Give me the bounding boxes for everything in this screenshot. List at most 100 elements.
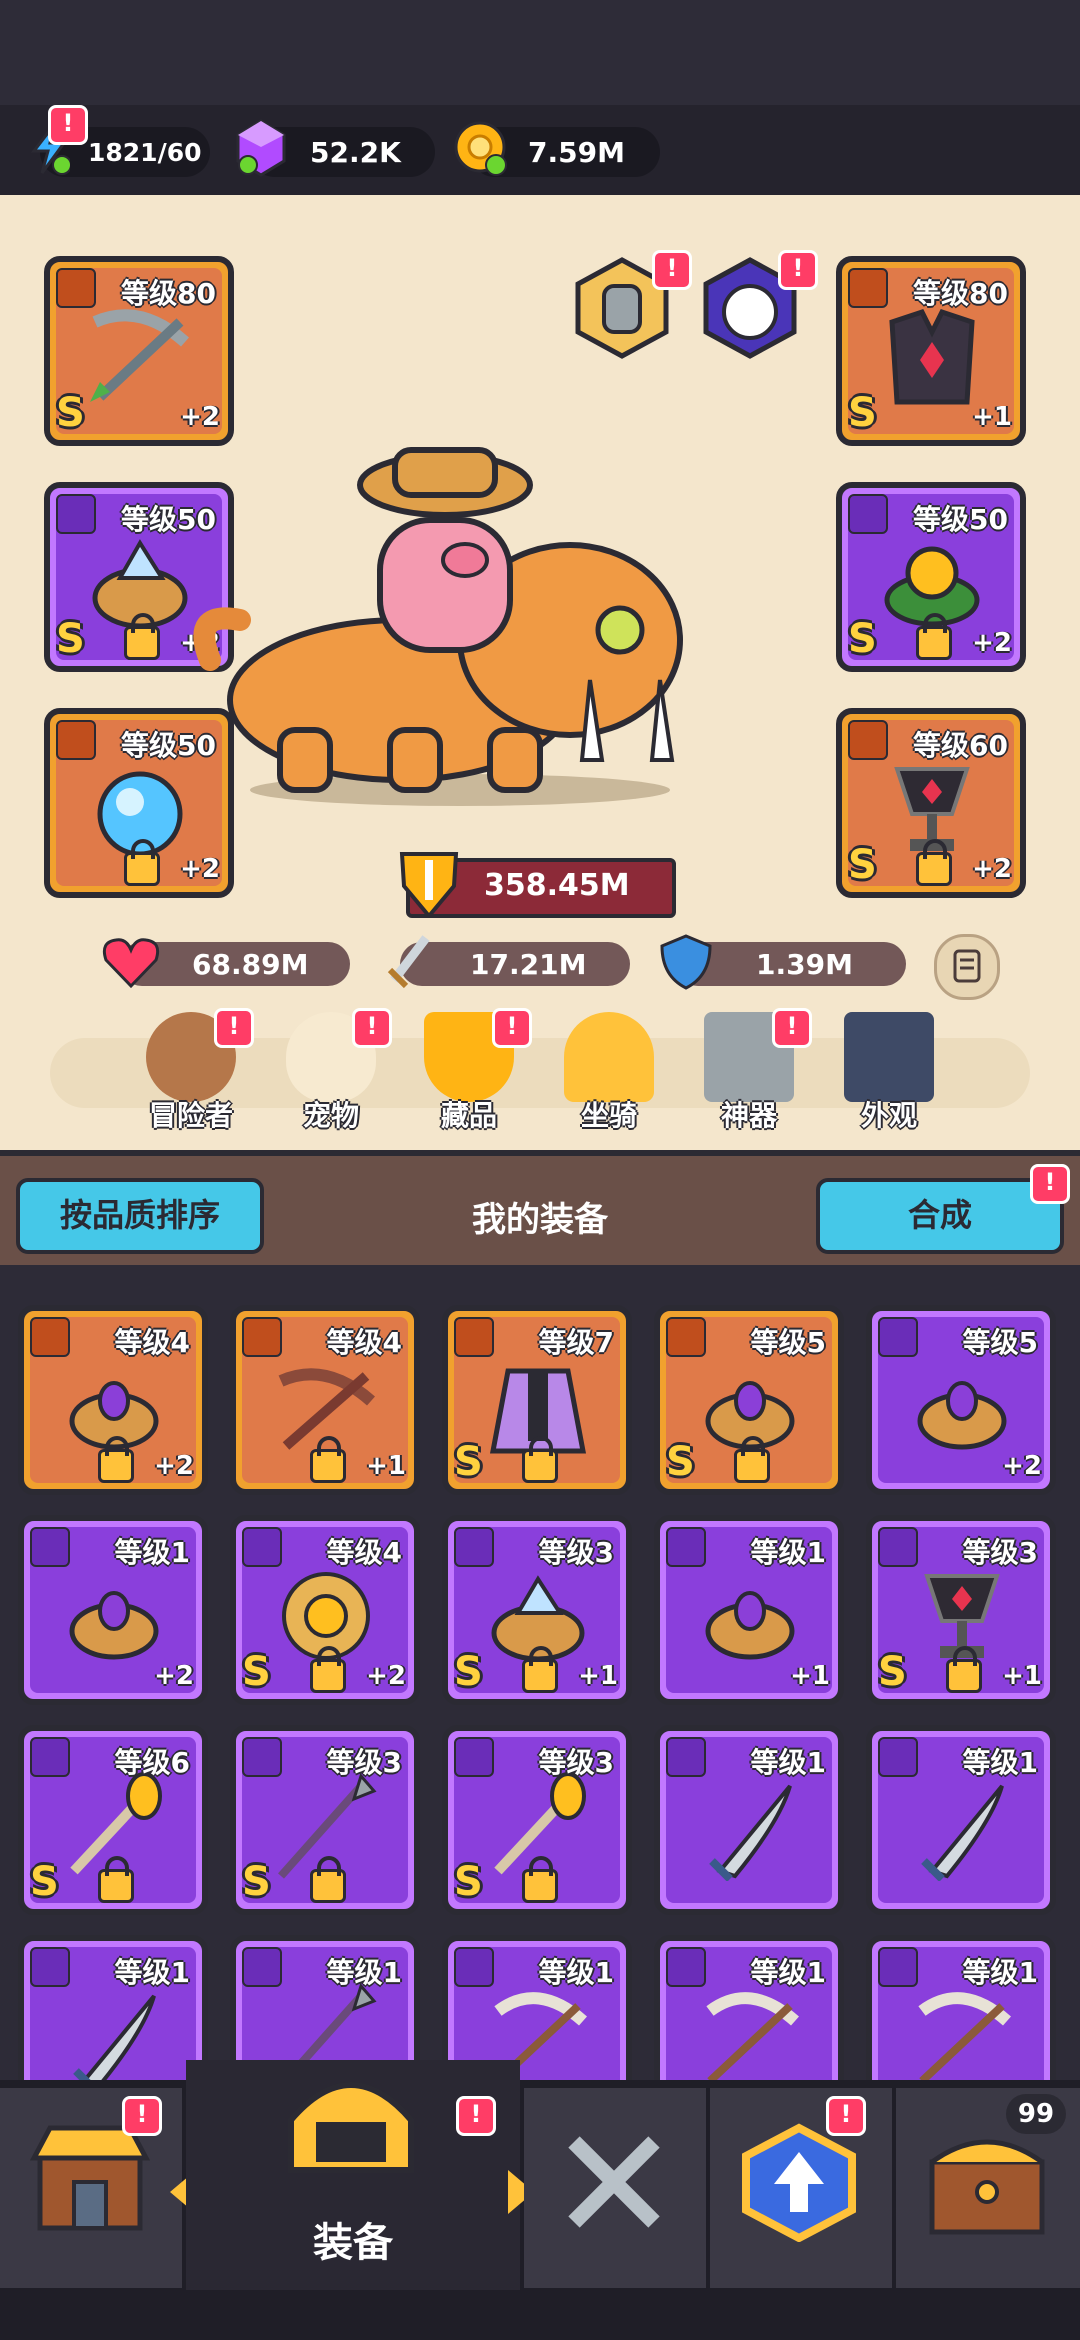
nav-equipment-label: 装备	[313, 2220, 393, 2266]
lock-icon	[734, 1436, 770, 1483]
lock-icon	[98, 1856, 134, 1903]
item-grade: S	[454, 1859, 483, 1905]
chest-count-badge: 99	[1006, 2094, 1066, 2134]
ring-icon	[69, 1591, 159, 1660]
inventory-item[interactable]: 等级7 S	[442, 1305, 632, 1495]
item-plus: +2	[180, 402, 220, 432]
inventory-item[interactable]: 等级1 +2	[18, 1515, 208, 1705]
defense-value: 1.39M	[756, 948, 853, 981]
inventory-item[interactable]: 等级3 +1 S	[442, 1515, 632, 1705]
item-grade: S	[454, 1649, 483, 1695]
item-level: 等级1	[538, 1956, 614, 1989]
inventory-item[interactable]: 等级3 S	[230, 1725, 420, 1915]
item-plus: +2	[180, 854, 220, 884]
inventory-item[interactable]: 等级5 S	[654, 1305, 844, 1495]
inventory-item[interactable]: 等级4 +2	[18, 1305, 208, 1495]
item-plus: +1	[972, 402, 1012, 432]
lock-icon	[310, 1646, 346, 1693]
inventory-item[interactable]: 等级1	[866, 1935, 1056, 2083]
menu-appearance[interactable]: 外观	[834, 1012, 944, 1138]
artifact-badge: !	[772, 1008, 812, 1048]
item-level: 等级80	[913, 277, 1008, 310]
status-bar	[0, 0, 1080, 105]
treasure-chest-icon	[929, 2139, 1045, 2235]
inventory-item[interactable]: 等级1	[18, 1935, 208, 2083]
item-grade: S	[56, 390, 85, 436]
crossed-swords-icon	[568, 2136, 660, 2228]
lock-icon	[124, 613, 160, 660]
energy-value: 1821/60	[88, 137, 202, 167]
item-grade: S	[848, 616, 877, 662]
nav-treasure[interactable]: 99	[896, 2088, 1080, 2288]
item-level: 等级7	[538, 1326, 614, 1359]
sword-icon	[921, 1784, 1004, 1881]
lock-icon	[310, 1436, 346, 1483]
item-grade: S	[666, 1439, 695, 1485]
lock-icon	[522, 1436, 558, 1483]
equip-slot-ring2[interactable]: 等级50 +2 S	[836, 482, 1026, 672]
inventory-item[interactable]: 等级3 S	[442, 1725, 632, 1915]
item-level: 等级3	[962, 1536, 1038, 1569]
lock-icon	[98, 1436, 134, 1483]
item-level: 等级6	[114, 1746, 190, 1779]
knight-alert-badge: !	[652, 250, 692, 290]
helmet-icon	[288, 2082, 414, 2173]
inventory-item[interactable]: 等级4 +1	[230, 1305, 420, 1495]
pet-alert-badge: !	[778, 250, 818, 290]
item-grade: S	[56, 616, 85, 662]
inventory-item[interactable]: 等级6 S	[18, 1725, 208, 1915]
inventory-item[interactable]: 等级4 +2 S	[230, 1515, 420, 1705]
bow-icon	[918, 1992, 1011, 2083]
sword-icon	[709, 1784, 792, 1881]
shop-icon	[30, 2125, 150, 2231]
item-plus: +1	[366, 1451, 406, 1481]
upgrade-icon	[742, 2123, 856, 2242]
sword-shield-icon	[396, 846, 462, 920]
section-title: 我的装备	[472, 1200, 608, 1240]
merge-button[interactable]: 合成	[816, 1178, 1064, 1254]
menu-mount[interactable]: 坐骑	[554, 1012, 664, 1138]
inventory-item[interactable]: 等级1 +1	[654, 1515, 844, 1705]
inventory-item[interactable]: 等级1	[654, 1725, 844, 1915]
inventory-item[interactable]: 等级5 +2	[866, 1305, 1056, 1495]
bow-icon	[706, 1992, 799, 2083]
shield-icon	[658, 932, 714, 992]
item-grade: S	[848, 390, 877, 436]
adventurer-badge: !	[214, 1008, 254, 1048]
heart-icon	[100, 934, 162, 990]
equip-slot-armor[interactable]: 等级80 +1 S	[836, 256, 1026, 446]
item-grade: S	[454, 1439, 483, 1485]
item-level: 等级1	[750, 1956, 826, 1989]
item-grade: S	[242, 1649, 271, 1695]
nav-equipment[interactable]: 装备	[186, 2060, 520, 2290]
equip-slot-relic[interactable]: 等级60 +2 S	[836, 708, 1026, 898]
item-grade: S	[848, 842, 877, 888]
item-level: 等级50	[913, 503, 1008, 536]
ring-icon	[705, 1591, 795, 1660]
inventory-item[interactable]: 等级1	[654, 1935, 844, 2083]
collection-badge: !	[492, 1008, 532, 1048]
gem-icon	[234, 119, 288, 179]
details-button[interactable]	[934, 934, 1000, 1000]
inventory-item[interactable]: 等级1	[866, 1725, 1056, 1915]
item-level: 等级1	[326, 1956, 402, 1989]
equip-slot-weapon[interactable]: 等级80 +2 S	[44, 256, 234, 446]
inventory-item[interactable]: 等级3 +1 S	[866, 1515, 1056, 1705]
menu-label: 坐骑	[580, 1099, 637, 1132]
item-level: 等级80	[121, 277, 216, 310]
item-grade: S	[242, 1859, 271, 1905]
menu-label: 藏品	[440, 1099, 497, 1132]
menu-label: 冒险者	[148, 1099, 233, 1132]
lock-icon	[522, 1856, 558, 1903]
item-plus: +2	[366, 1661, 406, 1691]
attack-value: 17.21M	[470, 948, 587, 981]
lock-icon	[124, 839, 160, 886]
sort-by-quality-button[interactable]: 按品质排序	[16, 1178, 264, 1254]
attack-stat: 17.21M	[400, 942, 630, 986]
item-level: 等级3	[538, 1536, 614, 1569]
nav-battle[interactable]	[524, 2088, 706, 2288]
lock-icon	[916, 839, 952, 886]
equipment-badge: !	[456, 2096, 496, 2136]
sword-icon	[73, 1994, 156, 2083]
hp-value: 68.89M	[192, 948, 309, 981]
